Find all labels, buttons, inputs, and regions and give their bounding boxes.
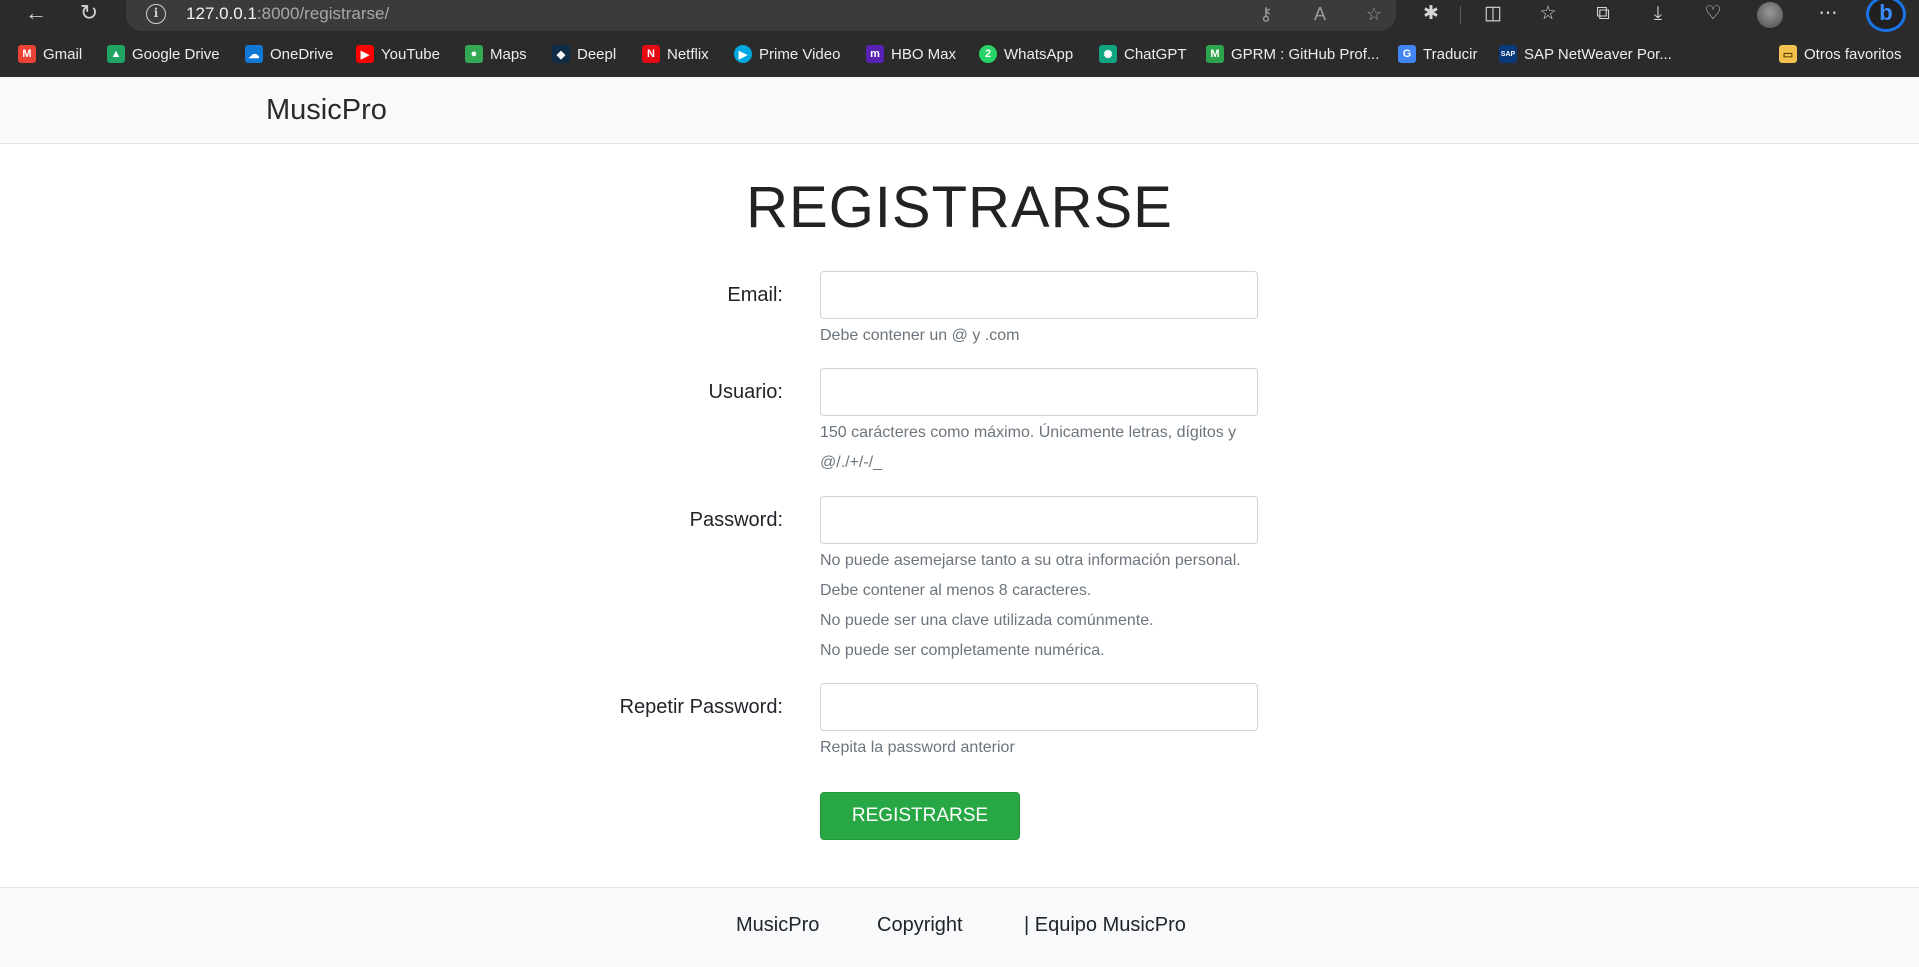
password-help-line: No puede ser completamente numérica. bbox=[820, 642, 1105, 659]
back-arrow-icon[interactable]: ← bbox=[18, 0, 54, 27]
password-help-line: Debe contener al menos 8 caracteres. bbox=[820, 582, 1092, 599]
collections-icon[interactable]: ⧉ bbox=[1586, 1, 1620, 29]
bookmark-label: Prime Video bbox=[759, 45, 841, 63]
footer-brand: MusicPro bbox=[736, 914, 820, 936]
bookmark-youtube[interactable]: ▶ YouTube bbox=[356, 43, 440, 65]
refresh-icon[interactable]: ↻ bbox=[71, 0, 107, 27]
bookmark-label: SAP NetWeaver Por... bbox=[1524, 45, 1672, 63]
maps-icon: ● bbox=[465, 45, 483, 63]
google-drive-icon: ▲ bbox=[107, 45, 125, 63]
password-field[interactable] bbox=[820, 496, 1258, 544]
bookmark-label: OneDrive bbox=[270, 45, 334, 63]
url-path: :8000/registrarse/ bbox=[256, 4, 390, 23]
email-help: Debe contener un @ y .com bbox=[820, 327, 1020, 344]
email-label: Email: bbox=[727, 284, 783, 306]
footer-team: | Equipo MusicPro bbox=[1024, 914, 1186, 936]
bookmark-whatsapp[interactable]: 2 WhatsApp bbox=[979, 43, 1073, 65]
downloads-icon[interactable]: ⤓ bbox=[1641, 1, 1675, 29]
register-button[interactable]: REGISTRARSE bbox=[820, 792, 1020, 840]
favorite-star-icon[interactable]: ☆ bbox=[1360, 2, 1388, 28]
bookmark-traducir[interactable]: G Traducir bbox=[1398, 43, 1477, 65]
username-field[interactable] bbox=[820, 368, 1258, 416]
username-help-line: @/./+/-/_ bbox=[820, 454, 883, 471]
bookmark-label: Deepl bbox=[577, 45, 617, 63]
bookmark-deepl[interactable]: ◆ Deepl bbox=[552, 43, 616, 65]
bing-copilot-icon[interactable]: b bbox=[1866, 0, 1906, 32]
repeat-password-field[interactable] bbox=[820, 683, 1258, 731]
hbo-max-icon: m bbox=[866, 45, 884, 63]
bookmark-sap-netweaver[interactable]: SAP SAP NetWeaver Por... bbox=[1499, 43, 1672, 65]
more-menu-icon[interactable]: ⋯ bbox=[1811, 1, 1845, 29]
password-label: Password: bbox=[689, 509, 783, 531]
whatsapp-icon: 2 bbox=[979, 45, 997, 63]
url-host: 127.0.0.1 bbox=[186, 4, 257, 23]
bookmark-other-favorites[interactable]: ▭ Otros favoritos bbox=[1779, 43, 1902, 65]
profile-avatar[interactable] bbox=[1757, 2, 1783, 28]
bookmark-gmail[interactable]: M Gmail bbox=[18, 43, 82, 65]
site-info-icon[interactable]: i bbox=[146, 4, 166, 24]
username-label: Usuario: bbox=[708, 381, 783, 403]
prime-video-icon: ▶ bbox=[734, 45, 752, 63]
password-help-line: No puede asemejarse tanto a su otra info… bbox=[820, 552, 1241, 569]
gmail-icon: M bbox=[18, 45, 36, 63]
bookmark-chatgpt[interactable]: ✺ ChatGPT bbox=[1099, 43, 1187, 65]
sap-icon: SAP bbox=[1499, 45, 1517, 63]
deepl-icon: ◆ bbox=[552, 45, 570, 63]
bookmark-label: Netflix bbox=[667, 45, 709, 63]
favorites-icon[interactable]: ☆ bbox=[1531, 1, 1565, 29]
key-icon[interactable]: ⚷ bbox=[1252, 2, 1280, 28]
bookmark-label: HBO Max bbox=[891, 45, 957, 63]
onedrive-icon: ☁ bbox=[245, 45, 263, 63]
navbar-brand[interactable]: MusicPro bbox=[266, 92, 387, 128]
bookmarks-bar: M Gmail ▲ Google Drive ☁ OneDrive ▶ YouTube … bbox=[0, 33, 1919, 77]
username-help-line: 150 carácteres como máximo. Únicamente l… bbox=[820, 424, 1237, 441]
github-profile-icon: M bbox=[1206, 45, 1224, 63]
bookmark-label: Google Drive bbox=[132, 45, 220, 63]
bookmark-label: GPRM : GitHub Prof... bbox=[1231, 45, 1380, 63]
bookmark-label: WhatsApp bbox=[1004, 45, 1074, 63]
bookmark-label: YouTube bbox=[381, 45, 440, 63]
bookmark-label: ChatGPT bbox=[1124, 45, 1187, 63]
bookmark-github-profile[interactable]: M GPRM : GitHub Prof... bbox=[1206, 43, 1379, 65]
bookmark-hbo-max[interactable]: m HBO Max bbox=[866, 43, 956, 65]
password-help-line: No puede ser una clave utilizada comúnme… bbox=[820, 612, 1154, 629]
bookmark-onedrive[interactable]: ☁ OneDrive bbox=[245, 43, 333, 65]
chatgpt-icon: ✺ bbox=[1099, 45, 1117, 63]
page-title: REGISTRARSE bbox=[746, 175, 1173, 240]
repeat-password-label: Repetir Password: bbox=[619, 696, 783, 718]
browser-toolbar: ← ↻ i 127.0.0.1:8000/registrarse/ ⚷ A ☆ … bbox=[0, 0, 1919, 33]
netflix-icon: N bbox=[642, 45, 660, 63]
youtube-icon: ▶ bbox=[356, 45, 374, 63]
bookmark-label: Gmail bbox=[43, 45, 83, 63]
navbar: MusicPro bbox=[0, 77, 1919, 144]
split-screen-icon[interactable]: ◫ bbox=[1476, 1, 1510, 29]
repeat-password-help: Repita la password anterior bbox=[820, 739, 1015, 756]
bookmark-prime-video[interactable]: ▶ Prime Video bbox=[734, 43, 840, 65]
bookmark-google-drive[interactable]: ▲ Google Drive bbox=[107, 43, 220, 65]
bookmark-label: Maps bbox=[490, 45, 527, 63]
page: MusicPro REGISTRARSE Email: Debe contene… bbox=[0, 77, 1919, 967]
bookmark-label: Traducir bbox=[1423, 45, 1478, 63]
read-aloud-icon[interactable]: A bbox=[1306, 2, 1334, 28]
footer: MusicPro Copyright | Equipo MusicPro bbox=[0, 887, 1919, 967]
bookmark-netflix[interactable]: N Netflix bbox=[642, 43, 709, 65]
browser-essentials-icon[interactable]: ♡ bbox=[1696, 1, 1730, 29]
footer-copyright: Copyright bbox=[877, 914, 963, 936]
bookmark-label: Otros favoritos bbox=[1804, 45, 1902, 63]
toolbar-divider bbox=[1460, 6, 1461, 24]
folder-icon: ▭ bbox=[1779, 45, 1797, 63]
address-bar[interactable]: i 127.0.0.1:8000/registrarse/ ⚷ A ☆ bbox=[126, 0, 1396, 31]
bookmark-maps[interactable]: ● Maps bbox=[465, 43, 527, 65]
address-url[interactable]: 127.0.0.1:8000/registrarse/ bbox=[186, 3, 389, 25]
translate-icon: G bbox=[1398, 45, 1416, 63]
email-field[interactable] bbox=[820, 271, 1258, 319]
extensions-icon[interactable]: ✱ bbox=[1414, 1, 1448, 29]
